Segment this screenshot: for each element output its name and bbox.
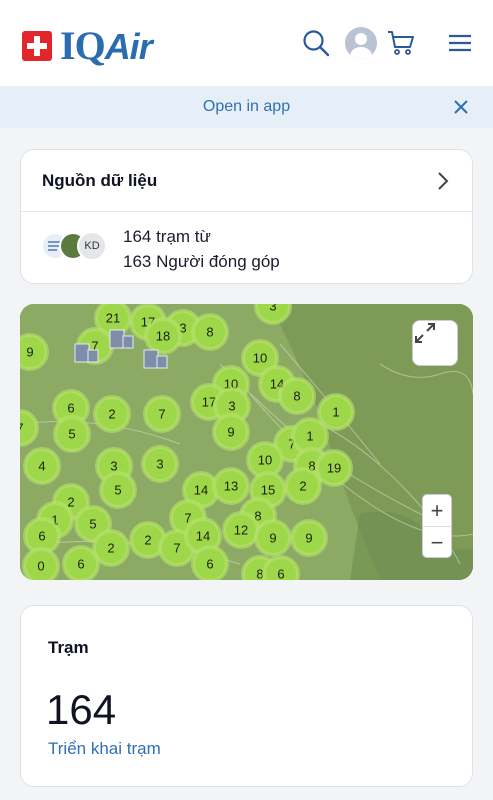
cluster-count-label: 6 [77,557,84,572]
zoom-controls: + − [422,494,452,558]
stations-title: Trạm [48,638,89,657]
cluster-count-label: 6 [67,401,74,416]
cluster-count-label: 3 [228,399,235,414]
cluster-count-label: 8 [293,389,300,404]
cluster-count-label: 9 [269,531,276,546]
cluster-marker[interactable]: 7 [143,395,181,433]
cluster-count-label: 6 [277,567,284,581]
zoom-out-button[interactable]: − [423,527,451,559]
cluster-count-label: 3 [156,457,163,472]
cluster-marker[interactable]: 9 [290,519,328,557]
cluster-count-label: 21 [106,311,120,326]
cluster-marker[interactable]: 0 [22,547,60,580]
expand-icon [415,323,435,343]
cluster-count-label: 2 [107,541,114,556]
cluster-marker[interactable]: 9 [254,519,292,557]
cluster-count-label: 1 [306,429,313,444]
cluster-marker[interactable]: 12 [222,511,260,549]
cluster-count-label: 9 [305,531,312,546]
open-in-app-banner[interactable]: Open in app [0,86,493,128]
cluster-count-label: 5 [89,517,96,532]
menu-icon[interactable] [443,26,477,60]
cluster-count-label: 7 [20,421,24,436]
cluster-count-label: 7 [158,407,165,422]
swiss-flag-icon [22,31,52,61]
contributor-initials-badge: KD [77,231,107,261]
cluster-marker[interactable]: 6 [62,545,100,580]
cluster-marker[interactable]: 2 [93,395,131,433]
cluster-marker[interactable]: 6 [191,545,229,580]
map-canvas[interactable]: 3211738189710141081627173759371431081922… [20,304,473,580]
data-source-header[interactable]: Nguồn dữ liệu [21,150,472,212]
cluster-marker[interactable]: 3 [141,445,179,483]
cluster-count-label: 1 [332,405,339,420]
chevron-right-icon[interactable] [436,171,450,191]
open-in-app-link[interactable]: Open in app [203,98,290,116]
cluster-count-label: 6 [38,529,45,544]
cluster-count-label: 18 [156,329,170,344]
cluster-count-label: 3 [269,304,276,314]
zoom-in-button[interactable]: + [423,495,451,527]
cluster-count-label: 2 [299,479,306,494]
cluster-marker[interactable]: 8 [191,313,229,351]
air-quality-map[interactable]: 3211738189710141081627173759371431081922… [20,304,473,580]
cluster-marker[interactable]: 2 [284,467,322,505]
cluster-count-label: 0 [37,559,44,574]
cluster-marker[interactable]: 5 [53,415,91,453]
cluster-marker[interactable]: 5 [99,471,137,509]
cluster-count-label: 2 [144,533,151,548]
cluster-marker[interactable]: 4 [23,447,61,485]
cluster-count-label: 5 [68,427,75,442]
station-count-text: 164 trạm từ [123,227,211,246]
stations-count: 164 [46,686,117,733]
cluster-count-label: 2 [108,407,115,422]
search-icon[interactable] [299,26,333,60]
brand-name: IQAir [60,22,153,68]
cluster-marker[interactable]: 8 [278,377,316,415]
cluster-count-label: 14 [196,529,210,544]
data-source-title: Nguồn dữ liệu [42,170,158,190]
cluster-marker[interactable]: 7 [20,409,39,447]
cluster-marker[interactable]: 19 [315,449,353,487]
iqair-logo[interactable]: IQAir [22,22,153,68]
cart-icon[interactable] [384,26,418,60]
cluster-count-label: 4 [38,459,45,474]
deploy-station-link[interactable]: Triển khai trạm [48,739,161,759]
cluster-count-label: 14 [194,483,208,498]
cluster-marker[interactable]: 18 [144,317,182,355]
contributor-count-text: 163 Người đóng góp [123,252,280,271]
cluster-count-label: 9 [227,425,234,440]
cluster-marker[interactable]: 13 [212,467,250,505]
cluster-count-label: 8 [206,325,213,340]
cluster-count-label: 13 [224,479,238,494]
cluster-count-label: 10 [253,351,267,366]
expand-map-button[interactable] [412,320,458,366]
cluster-count-label: 12 [234,523,248,538]
data-source-body: KD 164 trạm từ 163 Người đóng góp [21,212,472,284]
user-avatar[interactable] [345,27,377,59]
cluster-count-label: 6 [206,557,213,572]
cluster-count-label: 19 [327,461,341,476]
data-source-summary: 164 trạm từ 163 Người đóng góp [123,224,280,274]
cluster-marker[interactable]: 9 [212,413,250,451]
cluster-count-label: 9 [26,345,33,360]
cluster-marker[interactable]: 9 [20,333,49,371]
cluster-marker[interactable]: 6 [262,555,300,581]
header: IQAir [0,0,493,86]
cluster-marker[interactable]: 3 [254,304,292,325]
cluster-count-label: 15 [261,483,275,498]
cluster-count-label: 5 [114,483,121,498]
data-source-card[interactable]: Nguồn dữ liệu KD 164 trạm từ 163 Người đ… [20,149,473,284]
cluster-count-label: 7 [173,541,180,556]
close-icon[interactable] [451,97,471,117]
stations-card: Trạm 164 Triển khai trạm [20,605,473,787]
cluster-count-label: 10 [258,453,272,468]
